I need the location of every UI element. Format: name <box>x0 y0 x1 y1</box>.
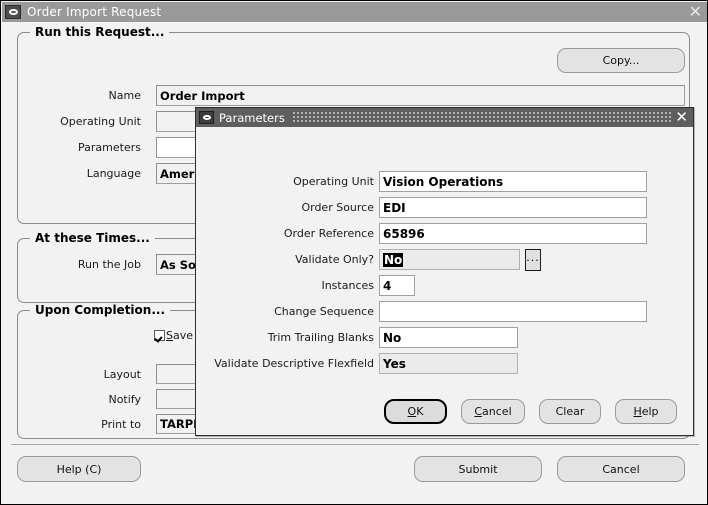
label-param-validate-descriptive-flexfield: Validate Descriptive Flexfield <box>214 357 374 370</box>
ok-button-label: OK <box>407 405 424 418</box>
label-operating-unit: Operating Unit <box>60 115 141 128</box>
footer-divider <box>11 444 699 445</box>
help-button-dialog-label: Help <box>633 405 659 418</box>
oracle-forms-icon <box>5 5 21 19</box>
lov-button-validate-only[interactable]: ··· <box>525 249 541 271</box>
group-at-these-times-title: At these Times... <box>30 231 155 245</box>
parameters-dialog-body: Operating Unit Vision Operations Order S… <box>196 127 693 435</box>
submit-button[interactable]: Submit <box>414 456 542 482</box>
cancel-button-dialog-label: Cancel <box>474 405 512 418</box>
field-param-trim-trailing-blanks[interactable]: No <box>379 327 518 348</box>
help-button[interactable]: Help (C) <box>17 456 141 482</box>
save-checkbox[interactable]: Save <box>154 329 193 342</box>
field-param-validate-only-value: No <box>383 252 404 267</box>
save-checkbox-label: Save <box>166 329 194 342</box>
label-notify: Notify <box>108 393 141 406</box>
checkbox-box[interactable] <box>154 330 165 341</box>
field-name[interactable]: Order Import <box>156 85 685 106</box>
label-param-instances: Instances <box>321 279 374 292</box>
close-icon[interactable]: ✕ <box>689 3 702 21</box>
field-param-order-reference[interactable]: 65896 <box>379 223 647 244</box>
label-param-operating-unit: Operating Unit <box>293 175 374 188</box>
cancel-button-label: Cancel <box>602 462 640 476</box>
group-run-this-request-title: Run this Request... <box>30 25 170 39</box>
label-param-change-sequence: Change Sequence <box>274 305 374 318</box>
field-param-operating-unit[interactable]: Vision Operations <box>379 171 647 192</box>
drag-grip-icon[interactable] <box>292 111 672 124</box>
label-layout: Layout <box>103 368 141 381</box>
cancel-button-dialog[interactable]: Cancel <box>461 399 525 424</box>
parameters-dialog: Parameters ✕ Operating Unit Vision Opera… <box>195 107 694 436</box>
field-param-validate-descriptive-flexfield[interactable]: Yes <box>379 353 518 374</box>
clear-button[interactable]: Clear <box>539 399 601 424</box>
cancel-button[interactable]: Cancel <box>557 456 685 482</box>
ok-button[interactable]: OK <box>384 399 447 424</box>
label-param-order-reference: Order Reference <box>283 227 374 240</box>
label-param-trim-trailing-blanks: Trim Trailing Blanks <box>267 331 374 344</box>
submit-button-label: Submit <box>458 462 498 476</box>
clear-button-label: Clear <box>555 405 585 418</box>
field-param-change-sequence[interactable] <box>379 301 647 322</box>
group-upon-completion-title: Upon Completion... <box>30 303 171 317</box>
parameters-dialog-titlebar[interactable]: Parameters ✕ <box>196 108 693 127</box>
window-title: Order Import Request <box>27 5 162 19</box>
close-icon[interactable]: ✕ <box>675 110 688 125</box>
window-titlebar: Order Import Request ✕ <box>2 2 707 22</box>
save-checkbox-label-rest: ave <box>172 329 194 342</box>
label-run-the-job: Run the Job <box>77 258 141 271</box>
order-import-request-window: Order Import Request ✕ Run this Request.… <box>0 0 708 505</box>
label-language: Language <box>86 167 141 180</box>
field-param-instances[interactable]: 4 <box>379 275 415 296</box>
copy-button[interactable]: Copy... <box>557 48 685 73</box>
oracle-forms-icon <box>199 111 214 124</box>
label-param-order-source: Order Source <box>301 201 374 214</box>
label-parameters: Parameters <box>78 141 141 154</box>
label-name: Name <box>108 89 141 102</box>
parameters-dialog-title: Parameters <box>219 110 285 125</box>
label-param-validate-only: Validate Only? <box>295 253 374 266</box>
field-param-validate-only[interactable]: No <box>379 249 520 270</box>
help-button-dialog[interactable]: Help <box>615 399 677 424</box>
label-print-to: Print to <box>101 418 141 431</box>
field-param-order-source[interactable]: EDI <box>379 197 647 218</box>
